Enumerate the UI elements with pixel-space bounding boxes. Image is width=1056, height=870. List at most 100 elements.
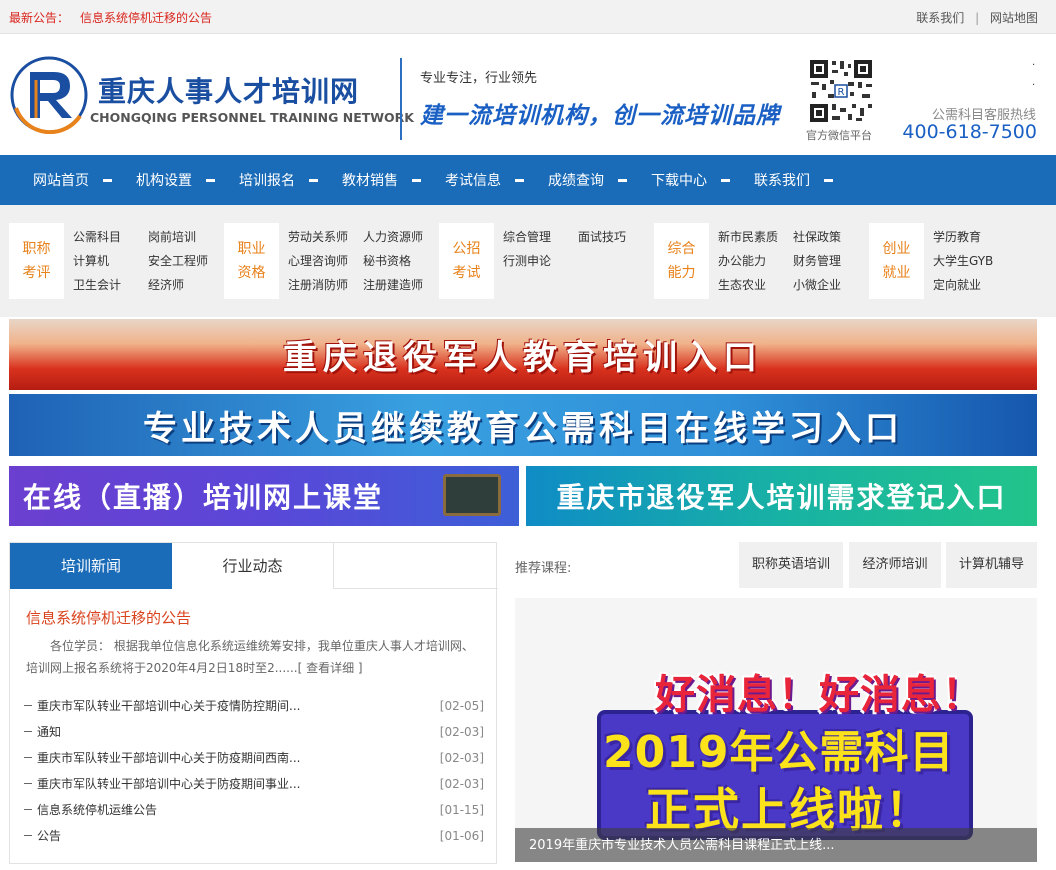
nav-dash [824,178,833,182]
category-link[interactable]: 新市民素质 [718,225,798,249]
banner-text: 重庆退役军人教育培训入口 [283,338,763,378]
category-link[interactable]: 经济师 [148,273,228,297]
nav-dash [412,178,421,182]
nav-dash [515,178,524,182]
category-title[interactable]: 创业就业 [869,223,924,299]
category-link[interactable]: 生态农业 [718,273,798,297]
qr-label: 官方微信平台 [806,129,872,142]
contact-link[interactable]: 联系我们 [916,11,964,25]
list-item[interactable]: 重庆市军队转业干部培训中心关于疫情防控期间... [02-05] [24,693,484,719]
nav-item-home[interactable]: 网站首页 [33,155,136,205]
nav-dash [618,178,627,182]
svg-text:R: R [838,87,845,98]
logo-r-icon[interactable] [10,56,88,134]
list-item[interactable]: 信息系统停机运维公告 [01-15] [24,797,484,823]
nav-item-exam-info[interactable]: 考试信息 [445,155,548,205]
course-button-english[interactable]: 职称英语培训 [739,542,843,588]
category-link[interactable]: 面试技巧 [578,225,658,249]
logo-subtitle: CHONGQING PERSONNEL TRAINING NETWORK [90,110,414,125]
sitemap-link[interactable]: 网站地图 [990,11,1038,25]
news-item-date: [02-03] [439,751,484,765]
category-link[interactable]: 小微企业 [793,273,873,297]
nav-item-label: 机构设置 [136,173,192,189]
category-link[interactable]: 注册消防师 [288,273,368,297]
main-nav: 网站首页 机构设置 培训报名 教材销售 考试信息 成绩查询 下载中心 联系我们 [0,155,1056,205]
nav-item-score-query[interactable]: 成绩查询 [548,155,651,205]
news-item-title: 重庆市军队转业干部培训中心关于防疫期间事业... [37,777,301,791]
recommend-label: 推荐课程: [515,561,572,576]
list-item[interactable]: 公告 [01-06] [24,823,484,849]
continuing-education-banner[interactable]: 专业技术人员继续教育公需科目在线学习入口 [9,394,1037,456]
nav-dash [309,178,318,182]
category-title-text: 职称考评 [22,241,51,281]
course-button-computer[interactable]: 计算机辅导 [946,542,1037,588]
veterans-register-banner[interactable]: 重庆市退役军人培训需求登记入口 [526,466,1037,526]
nav-item-label: 联系我们 [754,173,810,189]
banner-text: 专业技术人员继续教育公需科目在线学习入口 [143,408,903,449]
tab-industry-news[interactable]: 行业动态 [172,543,334,589]
promo-line-1: 好消息！好消息！ [655,672,983,718]
course-button-economist[interactable]: 经济师培训 [849,542,941,588]
blackboard-icon [443,474,501,516]
category-link[interactable]: 岗前培训 [148,225,228,249]
nav-item-contact[interactable]: 联系我们 [754,155,857,205]
news-item-title: 信息系统停机运维公告 [37,803,158,817]
top-bar: 最新公告： 信息系统停机迁移的公告 联系我们 | 网站地图 [0,0,1056,34]
list-item[interactable]: 重庆市军队转业干部培训中心关于防疫期间西南... [02-03] [24,745,484,771]
category-link[interactable]: 秘书资格 [363,249,443,273]
category-link[interactable]: 心理咨询师 [288,249,368,273]
news-item-date: [01-15] [439,803,484,817]
category-title[interactable]: 职业资格 [224,223,279,299]
notice-link[interactable]: 信息系统停机迁移的公告 [80,9,212,26]
list-item[interactable]: 通知 [02-03] [24,719,484,745]
tab-training-news[interactable]: 培训新闻 [10,543,172,589]
nav-item-label: 教材销售 [342,173,398,189]
category-title[interactable]: 职称考评 [9,223,64,299]
category-link[interactable]: 安全工程师 [148,249,228,273]
category-link[interactable]: 大学生GYB [933,249,1013,273]
list-item[interactable]: 重庆市军队转业干部培训中心关于防疫期间事业... [02-03] [24,771,484,797]
veterans-education-banner[interactable]: 重庆退役军人教育培训入口 [9,319,1037,390]
news-item-date: [02-03] [439,725,484,739]
top-links: 联系我们 | 网站地图 [916,9,1038,26]
category-title[interactable]: 公招考试 [439,223,494,299]
online-class-banner[interactable]: 在线（直播）培训网上课堂 [9,466,519,526]
category-link[interactable]: 学历教育 [933,225,1013,249]
news-headline[interactable]: 信息系统停机迁移的公告 [26,607,191,628]
header: 重庆人事人才培训网 CHONGQING PERSONNEL TRAINING N… [0,34,1056,155]
category-link[interactable]: 综合管理 [503,225,583,249]
slogan-big: 建一流培训机构，创一流培训品牌 [420,102,780,129]
category-link[interactable]: 卫生会计 [73,273,153,297]
category-bar: 职称考评 公需科目 计算机 卫生会计 岗前培训 安全工程师 经济师 职业资格 劳… [0,205,1056,317]
category-link[interactable]: 计算机 [73,249,153,273]
nav-item-downloads[interactable]: 下载中心 [651,155,754,205]
qr-code-icon: R [808,58,874,124]
news-item-title: 公告 [37,829,62,843]
nav-item-textbooks[interactable]: 教材销售 [342,155,445,205]
feature-caption[interactable]: 2019年重庆市专业技术人员公需科目课程正式上线... [529,834,834,853]
category-link[interactable]: 社保政策 [793,225,873,249]
nav-item-organization[interactable]: 机构设置 [136,155,239,205]
news-item-date: [02-03] [439,777,484,791]
nav-item-registration[interactable]: 培训报名 [239,155,342,205]
news-item-title: 通知 [37,725,62,739]
category-link[interactable]: 定向就业 [933,273,1013,297]
category-link[interactable]: 行测申论 [503,249,583,273]
news-item-title: 重庆市军队转业干部培训中心关于疫情防控期间... [37,699,301,713]
category-link[interactable]: 劳动关系师 [288,225,368,249]
news-panel: 培训新闻 行业动态 信息系统停机迁移的公告 各位学员： 根据我单位信息化系统运维… [9,542,498,864]
nav-dash [206,178,215,182]
slogan-small: 专业专注，行业领先 [420,71,538,86]
nav-item-label: 考试信息 [445,173,501,189]
feature-slide[interactable]: 好消息！好消息！ 2019年公需科目 正式上线啦！ 2019年重庆市专业技术人员… [515,598,1037,862]
banner-text: 重庆市退役军人培训需求登记入口 [556,481,1007,514]
category-link[interactable]: 财务管理 [793,249,873,273]
news-list: 重庆市军队转业干部培训中心关于疫情防控期间... [02-05] 通知 [02-03… [24,693,484,849]
nav-item-label: 成绩查询 [548,173,604,189]
category-title[interactable]: 综合能力 [654,223,709,299]
category-link[interactable]: 人力资源师 [363,225,443,249]
category-link[interactable]: 注册建造师 [363,273,443,297]
category-link[interactable]: 办公能力 [718,249,798,273]
news-item-date: [01-06] [439,829,484,843]
category-link[interactable]: 公需科目 [73,225,153,249]
